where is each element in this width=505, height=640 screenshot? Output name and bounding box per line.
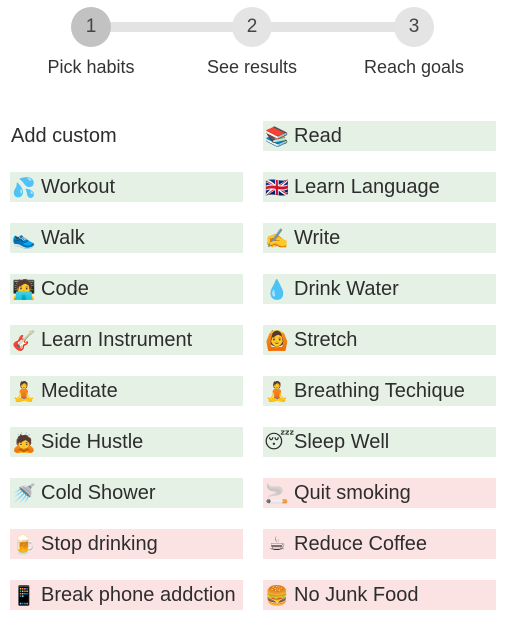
habit-label: Side Hustle	[41, 430, 144, 453]
sleeping-face-icon: 😴	[264, 431, 295, 453]
habit-label: Read	[294, 124, 342, 147]
habit-label: Quit smoking	[294, 481, 411, 504]
habit-item-quit-smoking[interactable]: 🚬 Quit smoking	[263, 478, 496, 508]
habit-label: Drink Water	[294, 277, 399, 300]
habit-item-meditate[interactable]: 🧘 Meditate	[10, 376, 243, 406]
habit-label: Workout	[41, 175, 116, 198]
droplet-icon: 💧	[265, 278, 289, 301]
person-bowing-icon: 🙇	[12, 431, 36, 454]
step-2-label: See results	[206, 57, 298, 77]
habit-item-no-junk-food[interactable]: 🍔 No Junk Food	[263, 580, 496, 610]
habit-item-side-hustle[interactable]: 🙇 Side Hustle	[10, 427, 243, 457]
habit-item-stretch[interactable]: 🙆 Stretch	[263, 325, 496, 355]
habit-label: Reduce Coffee	[294, 532, 428, 555]
habit-label: No Junk Food	[294, 583, 419, 606]
habit-label: Meditate	[41, 379, 118, 402]
habit-item-breathing-techique[interactable]: 🧘 Breathing Techique	[263, 376, 496, 406]
habit-label: Walk	[41, 226, 85, 249]
habit-item-walk[interactable]: 👟 Walk	[10, 223, 243, 253]
step-3-label: Reach goals	[363, 57, 465, 77]
habit-item-sleep-well[interactable]: 😴 Sleep Well	[263, 427, 496, 457]
habit-grid: Add custom 📚 Read 💦 Workout 🇬🇧 Learn Language…	[10, 121, 496, 610]
cigarette-icon: 🚬	[265, 482, 289, 505]
add-custom-button[interactable]: Add custom	[10, 121, 243, 151]
person-lotus-icon: 🧘	[265, 380, 289, 403]
habit-item-workout[interactable]: 💦 Workout	[10, 172, 243, 202]
habit-item-learn-instrument[interactable]: 🎸 Learn Instrument	[10, 325, 243, 355]
hamburger-icon: 🍔	[265, 584, 289, 607]
habit-item-drink-water[interactable]: 💧 Drink Water	[263, 274, 496, 304]
habit-label: Breathing Techique	[294, 379, 465, 402]
beer-mug-icon: 🍺	[12, 533, 36, 556]
habit-label: Sleep Well	[294, 430, 390, 453]
add-custom-label: Add custom	[11, 124, 117, 147]
coffee-icon: ☕	[268, 533, 286, 555]
habit-item-break-phone-addction[interactable]: 📱 Break phone addction	[10, 580, 243, 610]
habit-item-write[interactable]: ✍️ Write	[263, 223, 496, 253]
habit-label: Break phone addction	[41, 583, 236, 606]
writing-hand-icon: ✍️	[265, 227, 289, 250]
person-meditating-icon: 🧘	[12, 380, 36, 403]
habit-label: Stretch	[294, 328, 358, 351]
step-2-circle[interactable]: 2	[232, 7, 272, 47]
books-icon: 📚	[265, 125, 289, 148]
mobile-phone-icon: 📱	[12, 584, 36, 607]
habit-label: Code	[41, 277, 89, 300]
habit-label: Learn Instrument	[41, 328, 193, 351]
guitar-icon: 🎸	[12, 329, 36, 352]
step-1-circle[interactable]: 1	[71, 7, 111, 47]
step-1-label: Pick habits	[47, 57, 135, 77]
habit-item-code[interactable]: 🧑‍💻 Code	[10, 274, 243, 304]
step-track-2	[252, 22, 414, 32]
progress-stepper: 1 2 3 Pick habits See results Reach goal…	[0, 0, 505, 100]
habit-item-cold-shower[interactable]: 🚿 Cold Shower	[10, 478, 243, 508]
habit-label: Stop drinking	[41, 532, 158, 555]
habit-item-read[interactable]: 📚 Read	[263, 121, 496, 151]
habit-item-learn-language[interactable]: 🇬🇧 Learn Language	[263, 172, 496, 202]
habit-item-reduce-coffee[interactable]: ☕ Reduce Coffee	[263, 529, 496, 559]
habit-label: Cold Shower	[41, 481, 156, 504]
sneaker-icon: 👟	[12, 227, 36, 250]
sweat-droplets-icon: 💦	[12, 176, 36, 199]
uk-flag-icon: 🇬🇧	[265, 176, 289, 199]
technologist-icon: 🧑‍💻	[12, 278, 36, 301]
shower-icon: 🚿	[12, 482, 36, 505]
person-gesturing-ok-icon: 🙆	[265, 329, 289, 352]
step-3-circle[interactable]: 3	[394, 7, 434, 47]
step-track-1	[90, 22, 253, 32]
habit-item-stop-drinking[interactable]: 🍺 Stop drinking	[10, 529, 243, 559]
habit-label: Write	[294, 226, 341, 249]
habit-label: Learn Language	[294, 175, 440, 198]
